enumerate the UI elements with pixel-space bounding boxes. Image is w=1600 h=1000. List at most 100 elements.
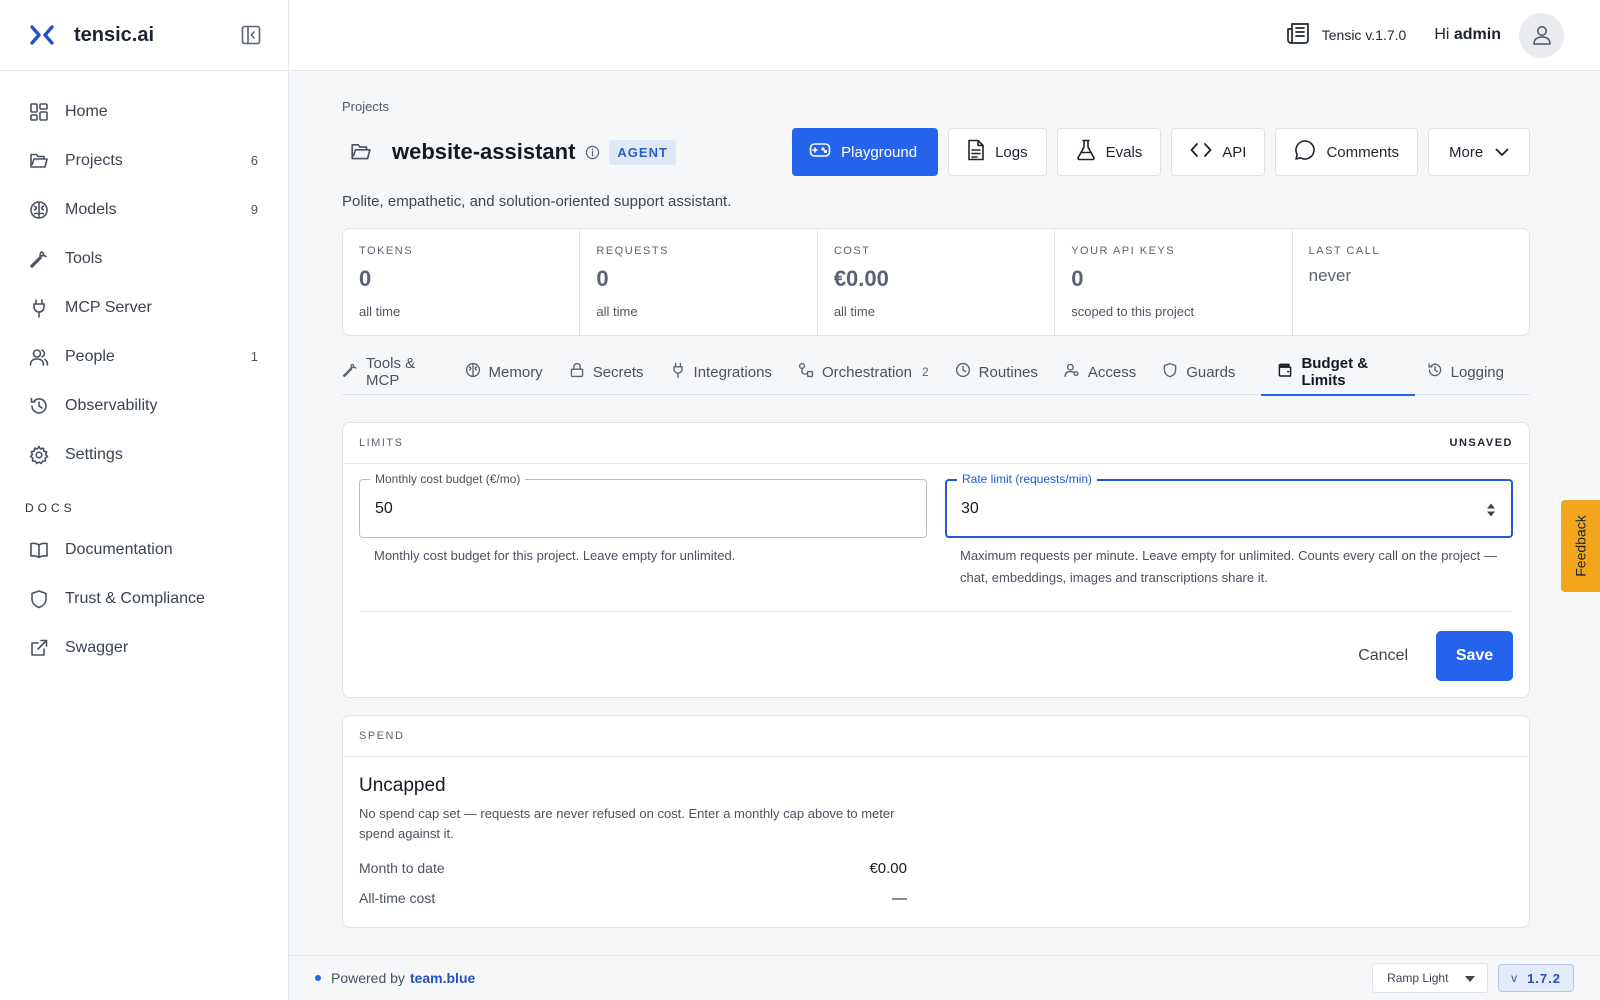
tab-label: Routines (978, 363, 1038, 381)
stat-label: YOUR API KEYS (1071, 245, 1176, 257)
tab-label: Budget & Limits (1301, 355, 1369, 389)
home-grid-icon (28, 101, 50, 123)
collapse-sidebar-icon[interactable] (240, 24, 262, 46)
cancel-button[interactable]: Cancel (1358, 647, 1408, 665)
flask-icon (1076, 139, 1096, 165)
info-icon[interactable] (584, 144, 600, 160)
stats-panel: TOKENS 0 all time REQUESTS 0 all time CO… (342, 228, 1530, 336)
tab-guards[interactable]: Guards (1162, 350, 1249, 395)
sidebar-item-documentation[interactable]: Documentation (0, 525, 288, 574)
playground-label: Playground (841, 143, 918, 161)
monthly-budget-value: 50 (375, 499, 393, 517)
project-description: Polite, empathetic, and solution-oriente… (342, 193, 732, 210)
sidebar-item-models[interactable]: Models 9 (0, 185, 288, 234)
folder-open-icon (348, 139, 374, 165)
sidebar-item-settings[interactable]: Settings (0, 430, 288, 479)
feedback-label: Feedback (1572, 515, 1589, 577)
gear-icon (28, 444, 50, 466)
sidebar-item-projects[interactable]: Projects 6 (0, 136, 288, 185)
comments-button[interactable]: Comments (1275, 128, 1418, 176)
stat-label: TOKENS (359, 245, 414, 257)
breadcrumb[interactable]: Projects (342, 99, 1530, 114)
rate-limit-label: Rate limit (requests/min) (957, 472, 1098, 486)
rate-limit-input[interactable]: Rate limit (requests/min) 30 (945, 472, 1513, 538)
tab-routines[interactable]: Routines (955, 350, 1052, 395)
limits-actions: Cancel Save (343, 612, 1529, 697)
sidebar-item-label: Documentation (65, 540, 173, 558)
sidebar-item-home[interactable]: Home (0, 87, 288, 136)
sidebar-item-tools[interactable]: Tools (0, 234, 288, 283)
wrench-icon (28, 248, 50, 270)
spend-title: Uncapped (359, 775, 446, 796)
monthly-budget-input[interactable]: Monthly cost budget (€/mo) 50 (359, 472, 927, 538)
tab-secrets[interactable]: Secrets (569, 350, 658, 395)
sidebar-item-people[interactable]: People 1 (0, 332, 288, 381)
wrench-icon (342, 362, 358, 382)
stat-value: never (1308, 266, 1352, 285)
brand: tensic.ai (0, 0, 288, 71)
stat-value: 0 (596, 266, 609, 291)
project-actions: Playground Logs Evals API Comments More (792, 128, 1530, 176)
tab-budget-limits[interactable]: Budget & Limits (1261, 350, 1415, 396)
version-number: 1.7.2 (1527, 970, 1561, 986)
tab-tools-mcp[interactable]: Tools & MCP (342, 350, 453, 395)
tensic-logo-icon[interactable] (28, 21, 56, 49)
stat-value: 0 (359, 266, 372, 291)
number-stepper-icon[interactable] (1485, 501, 1497, 519)
spend-row-value: €0.00 (869, 860, 907, 877)
chat-bubble-icon (1294, 139, 1316, 165)
shield-icon (1162, 362, 1178, 382)
rate-limit-help: Maximum requests per minute. Leave empty… (960, 548, 1497, 585)
playground-button[interactable]: Playground (792, 128, 939, 176)
sidebar-item-label: Swagger (65, 638, 129, 656)
sidebar-item-observability[interactable]: Observability (0, 381, 288, 430)
powered-by-text: Powered by (331, 970, 405, 986)
theme-select[interactable]: Ramp Light (1372, 963, 1489, 993)
feedback-tab[interactable]: Feedback (1561, 500, 1600, 592)
tab-label: Access (1087, 363, 1137, 381)
sidebar-item-count: 9 (250, 202, 258, 217)
save-button[interactable]: Save (1436, 631, 1513, 681)
evals-label: Evals (1105, 143, 1143, 161)
stat-api-keys: YOUR API KEYS 0 scoped to this project (1055, 229, 1293, 335)
stat-last-call: LAST CALL never (1293, 229, 1529, 335)
plug-icon (28, 297, 50, 319)
spend-body: Uncapped No spend cap set — requests are… (343, 757, 1529, 907)
tab-logging[interactable]: Logging (1427, 350, 1518, 395)
evals-button[interactable]: Evals (1056, 128, 1162, 176)
newspaper-icon[interactable] (1286, 20, 1312, 51)
docs-section-header: DOCS (25, 501, 76, 515)
stat-sub: scoped to this project (1071, 304, 1195, 319)
gamepad-icon (809, 141, 831, 163)
stat-value: €0.00 (833, 266, 889, 291)
api-label: API (1222, 143, 1247, 161)
budget-field-group: Monthly cost budget (€/mo) 50 Monthly co… (359, 472, 927, 589)
sidebar-item-mcp-server[interactable]: MCP Server (0, 283, 288, 332)
username: admin (1453, 26, 1501, 43)
project-header: website-assistant AGENT Playground Logs … (342, 128, 1530, 176)
api-button[interactable]: API (1171, 128, 1266, 176)
avatar[interactable] (1519, 12, 1564, 58)
logs-button[interactable]: Logs (948, 128, 1047, 176)
folder-icon (28, 150, 50, 172)
sidebar-item-swagger[interactable]: Swagger (0, 623, 288, 672)
company-link[interactable]: team.blue (410, 970, 475, 986)
sidebar-item-label: Projects (65, 151, 123, 169)
brain-icon (465, 362, 481, 382)
sidebar-item-count: 1 (250, 349, 258, 364)
brand-name: tensic.ai (74, 23, 155, 46)
tab-access[interactable]: Access (1064, 350, 1150, 395)
spend-row-all-time: All-time cost — (359, 890, 907, 907)
more-dropdown[interactable]: More (1428, 128, 1530, 176)
tab-memory[interactable]: Memory (465, 350, 557, 395)
workflow-icon (798, 362, 814, 382)
monthly-budget-help: Monthly cost budget for this project. Le… (374, 548, 736, 563)
sidebar-item-trust-compliance[interactable]: Trust & Compliance (0, 574, 288, 623)
tab-integrations[interactable]: Integrations (670, 350, 786, 395)
code-icon (1190, 142, 1212, 162)
stat-sub: all time (596, 304, 638, 319)
tab-orchestration[interactable]: Orchestration 2 (798, 350, 943, 395)
wallet-icon (1277, 362, 1293, 382)
limits-card: LIMITS UNSAVED Monthly cost budget (€/mo… (342, 422, 1530, 698)
agent-badge: AGENT (609, 139, 676, 165)
